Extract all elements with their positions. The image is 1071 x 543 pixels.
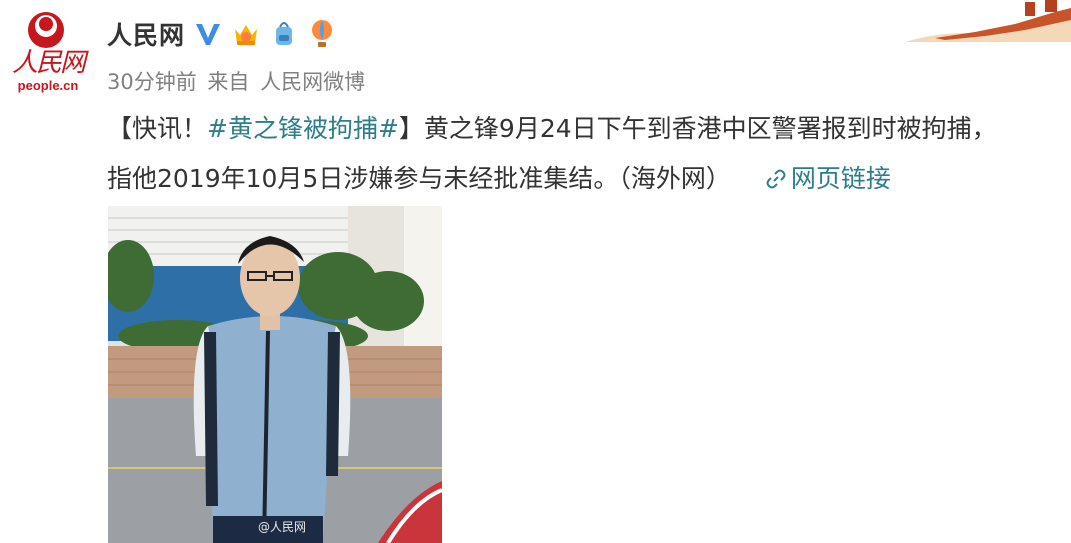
post-header: 人民网 xyxy=(107,14,337,54)
account-avatar[interactable]: 人民网 people.cn xyxy=(6,6,92,93)
post-image[interactable]: @人民网 xyxy=(108,206,442,543)
post-meta: 30分钟前 来自 人民网微博 xyxy=(107,66,369,96)
post-line-2: 指他2019年10月5日涉嫌参与未经批准集结。（海外网） 网页链接 xyxy=(107,154,1067,204)
hashtag-link[interactable]: #黄之锋被拘捕# xyxy=(207,114,399,143)
bag-badge-icon[interactable] xyxy=(269,19,299,49)
post-time[interactable]: 30分钟前 xyxy=(107,70,197,94)
account-name[interactable]: 人民网 xyxy=(107,16,185,52)
post-line-1: 【快讯！#黄之锋被拘捕#】黄之锋9月24日下午到香港中区警署报到时被拘捕， xyxy=(107,104,1067,154)
verified-v-icon[interactable] xyxy=(193,19,223,49)
post-text-close: 】黄之锋9月24日下午到香港中区警署报到时被拘捕， xyxy=(398,114,997,143)
post-text: 【快讯！#黄之锋被拘捕#】黄之锋9月24日下午到香港中区警署报到时被拘捕， 指他… xyxy=(107,104,1067,204)
great-wall-decoration xyxy=(905,0,1071,42)
post-text-line2: 指他2019年10月5日涉嫌参与未经批准集结。（海外网） xyxy=(107,164,731,193)
post-source[interactable]: 人民网微博 xyxy=(260,70,365,94)
source-prefix: 来自 xyxy=(207,70,250,94)
web-link-label[interactable]: 网页链接 xyxy=(791,164,891,193)
post-text-open: 【快讯！ xyxy=(107,114,208,143)
people-daily-logo-icon xyxy=(28,12,64,48)
link-icon xyxy=(766,169,786,189)
web-link[interactable]: 网页链接 xyxy=(765,164,891,193)
photo-scene xyxy=(108,206,442,543)
avatar-domain-text: people.cn xyxy=(17,78,79,93)
image-watermark: @人民网 xyxy=(258,520,307,534)
balloon-badge-icon[interactable] xyxy=(307,19,337,49)
crown-badge-icon[interactable] xyxy=(231,19,261,49)
avatar-script-text: 人民网 xyxy=(11,48,86,78)
